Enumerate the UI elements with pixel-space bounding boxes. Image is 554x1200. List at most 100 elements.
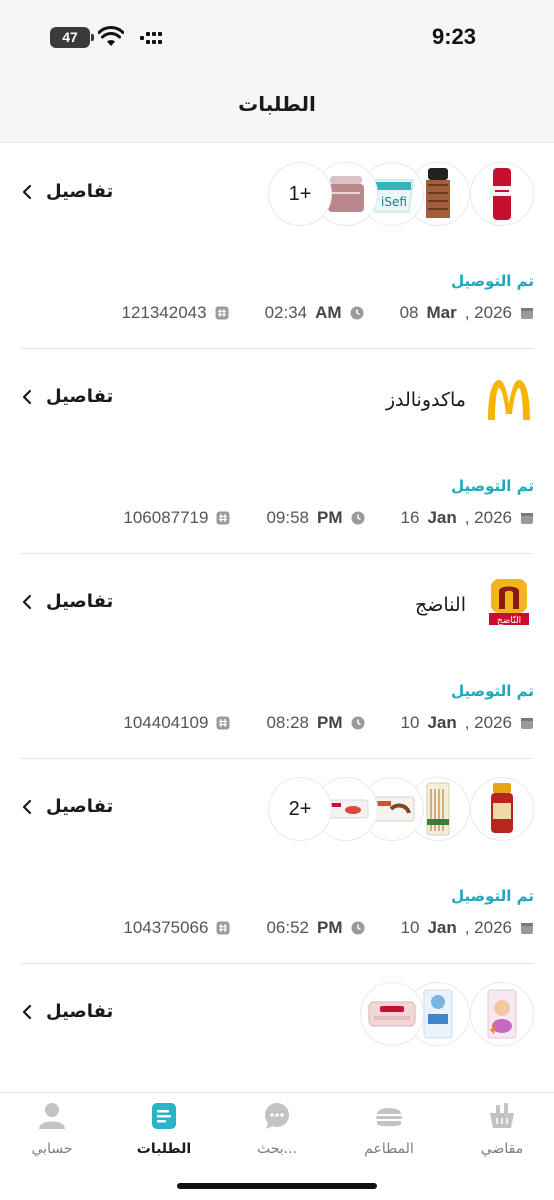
calendar-icon xyxy=(521,718,533,729)
orders-list: تفاصيل iSefi 1+ تم التوصيل 08 Mar , 2026 xyxy=(0,144,554,1114)
time-value: 09:58 xyxy=(266,508,310,527)
merchant-name: ماكدونالدز xyxy=(385,389,466,411)
nav-item-account[interactable]: حسابي xyxy=(2,1101,102,1157)
product-thumbnails: iSefi 1+ xyxy=(268,162,534,226)
date-year: , 2026 xyxy=(464,918,512,937)
order-card[interactable]: تفاصيل iSefi 1+ تم التوصيل 08 Mar , 2026 xyxy=(20,144,534,349)
nav-item-groceries[interactable]: مقاضي xyxy=(452,1101,552,1157)
svg-text:النّاضج: النّاضج xyxy=(497,616,521,626)
order-number-value: 106087719 xyxy=(123,508,209,527)
mcdonalds-logo-icon xyxy=(484,375,534,425)
svg-text:iSefi: iSefi xyxy=(381,195,407,209)
hash-icon xyxy=(215,306,229,320)
order-time: 06:52 PM xyxy=(266,918,365,938)
chevron-left-icon xyxy=(22,1004,32,1019)
details-link[interactable]: تفاصيل xyxy=(22,1001,113,1022)
time-ampm: PM xyxy=(317,713,343,732)
clock-icon xyxy=(351,921,365,935)
order-number-value: 104375066 xyxy=(123,918,209,937)
battery-indicator: 47 xyxy=(50,27,94,48)
calendar-icon xyxy=(521,513,533,524)
clock-icon xyxy=(350,306,364,320)
order-meta: 08 Mar , 2026 02:34 AM 121342043 xyxy=(20,302,534,324)
calendar-icon xyxy=(521,308,533,319)
details-link[interactable]: تفاصيل xyxy=(22,796,113,817)
more-items-badge: 2+ xyxy=(268,777,332,841)
page-title: الطلبات xyxy=(238,92,316,116)
clock-icon xyxy=(351,716,365,730)
order-card[interactable]: تفاصيل النّاضج الناضج تم التوصيل 10 Jan , … xyxy=(20,554,534,759)
nav-label-orders: الطلبات xyxy=(136,1141,192,1157)
order-status: تم التوصيل xyxy=(451,477,534,495)
date-day: 10 xyxy=(400,713,420,732)
details-link[interactable]: تفاصيل xyxy=(22,386,113,407)
chevron-left-icon xyxy=(22,184,32,199)
nav-item-orders[interactable]: الطلبات xyxy=(114,1101,214,1157)
order-number-value: 104404109 xyxy=(123,713,209,732)
account-icon xyxy=(39,1103,65,1129)
time-ampm: AM xyxy=(315,303,342,322)
alnadhij-logo-icon: النّاضج xyxy=(484,579,534,630)
details-link[interactable]: تفاصيل xyxy=(22,591,113,612)
time-value: 08:28 xyxy=(266,713,310,732)
hash-icon xyxy=(216,921,230,935)
nav-item-restaurants[interactable]: المطاعم xyxy=(339,1101,439,1157)
merchant: ماكدونالدز xyxy=(386,375,534,425)
nav-label-search: بحث... xyxy=(256,1141,298,1157)
calendar-icon xyxy=(521,923,533,934)
time-ampm: PM xyxy=(317,918,343,937)
details-label: تفاصيل xyxy=(46,591,114,612)
order-meta: 10 Jan , 2026 06:52 PM 104375066 xyxy=(20,917,534,939)
date-day: 10 xyxy=(400,918,420,937)
details-label: تفاصيل xyxy=(46,796,114,817)
clock: 9:23 xyxy=(431,24,476,49)
date-month: Jan xyxy=(427,508,457,527)
time-value: 06:52 xyxy=(266,918,310,937)
product-thumb-bath-toy xyxy=(470,982,534,1046)
order-number: 104375066 xyxy=(123,918,230,938)
chat-search-icon xyxy=(265,1103,289,1129)
order-status: تم التوصيل xyxy=(451,272,534,290)
date-month: Jan xyxy=(427,713,457,732)
details-link[interactable]: تفاصيل xyxy=(22,181,113,202)
details-label: تفاصيل xyxy=(46,1001,114,1022)
home-indicator xyxy=(177,1183,377,1189)
status-bar: 47 9:23 xyxy=(0,0,554,76)
signal-icon xyxy=(140,32,162,44)
date-year: , 2026 xyxy=(464,713,512,732)
date-day: 16 xyxy=(400,508,420,527)
product-thumb-wipes xyxy=(360,982,424,1046)
clock-icon xyxy=(351,511,365,525)
date-year: , 2026 xyxy=(464,508,512,527)
order-time: 08:28 PM xyxy=(266,713,365,733)
order-status: تم التوصيل xyxy=(451,887,534,905)
hash-icon xyxy=(216,716,230,730)
order-date: 10 Jan , 2026 xyxy=(401,713,534,733)
date-year: , 2026 xyxy=(464,303,512,322)
order-date: 08 Mar , 2026 xyxy=(400,303,534,323)
date-month: Jan xyxy=(427,918,457,937)
nav-label-groceries: مقاضي xyxy=(480,1141,524,1157)
order-card[interactable]: تفاصيل 2+ تم التوصيل 10 Jan , 2026 06:52 … xyxy=(20,759,534,964)
burger-icon xyxy=(376,1108,402,1127)
product-thumbnails: 2+ xyxy=(268,777,534,841)
nav-item-search[interactable]: بحث... xyxy=(227,1101,327,1157)
order-time: 02:34 AM xyxy=(265,303,364,323)
order-meta: 10 Jan , 2026 08:28 PM 104404109 xyxy=(20,712,534,734)
header: الطلبات xyxy=(0,76,554,143)
nav-label-restaurants: المطاعم xyxy=(364,1141,414,1157)
basket-icon xyxy=(490,1103,514,1128)
date-month: Mar xyxy=(426,303,457,322)
order-number: 104404109 xyxy=(123,713,230,733)
time-ampm: PM xyxy=(317,508,343,527)
order-card[interactable]: تفاصيل ماكدونالدز تم التوصيل 16 Jan , 2026… xyxy=(20,349,534,554)
more-items-badge: 1+ xyxy=(268,162,332,226)
merchant-name: الناضج xyxy=(415,594,466,616)
chevron-left-icon xyxy=(22,389,32,404)
hash-icon xyxy=(216,511,230,525)
order-number: 121342043 xyxy=(121,303,229,323)
details-label: تفاصيل xyxy=(46,386,114,407)
details-label: تفاصيل xyxy=(46,181,114,202)
product-thumb-spice-jar xyxy=(470,777,534,841)
chevron-left-icon xyxy=(22,799,32,814)
